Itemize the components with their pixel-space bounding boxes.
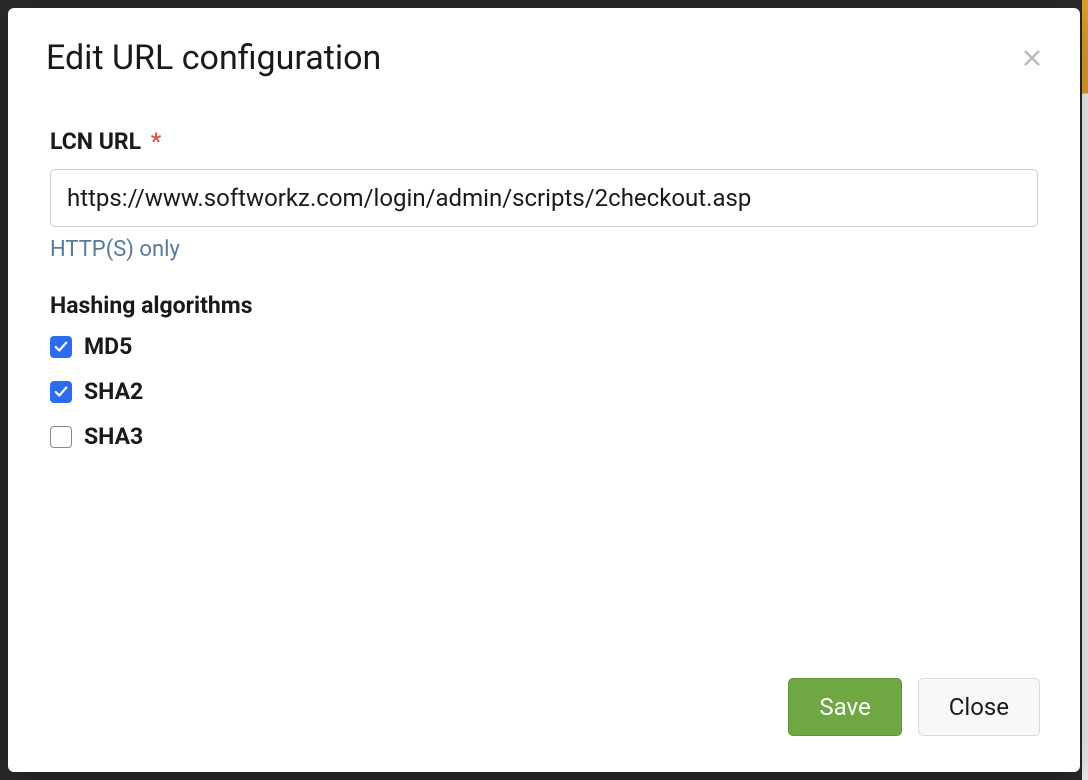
checkbox-row-md5: MD5 — [50, 333, 1038, 360]
modal-header: Edit URL configuration — [8, 8, 1080, 98]
close-button[interactable]: Close — [918, 678, 1040, 736]
hashing-label: Hashing algorithms — [50, 292, 1038, 319]
edit-url-modal: Edit URL configuration LCN URL * HTTP(S)… — [8, 8, 1080, 772]
required-indicator: * — [151, 128, 161, 155]
url-label-text: LCN URL — [50, 128, 141, 155]
close-icon[interactable] — [1018, 44, 1046, 72]
checkbox-sha2[interactable] — [50, 381, 72, 403]
checkbox-row-sha2: SHA2 — [50, 378, 1038, 405]
checkbox-sha3[interactable] — [50, 426, 72, 448]
modal-title: Edit URL configuration — [46, 38, 1042, 78]
checkbox-label-sha2[interactable]: SHA2 — [84, 378, 143, 405]
url-input[interactable] — [50, 169, 1038, 227]
url-help-text: HTTP(S) only — [50, 237, 1038, 262]
save-button[interactable]: Save — [788, 678, 901, 736]
backdrop-strip — [1082, 0, 1088, 780]
checkbox-md5[interactable] — [50, 336, 72, 358]
checkbox-row-sha3: SHA3 — [50, 423, 1038, 450]
url-form-group: LCN URL * HTTP(S) only — [50, 128, 1038, 262]
url-label: LCN URL * — [50, 128, 1038, 155]
hashing-options: MD5 SHA2 SHA3 — [50, 333, 1038, 450]
hashing-form-group: Hashing algorithms MD5 SHA2 — [50, 292, 1038, 450]
checkbox-label-sha3[interactable]: SHA3 — [84, 423, 143, 450]
modal-body: LCN URL * HTTP(S) only Hashing algorithm… — [8, 98, 1080, 658]
checkbox-label-md5[interactable]: MD5 — [84, 333, 132, 360]
modal-footer: Save Close — [8, 658, 1080, 772]
